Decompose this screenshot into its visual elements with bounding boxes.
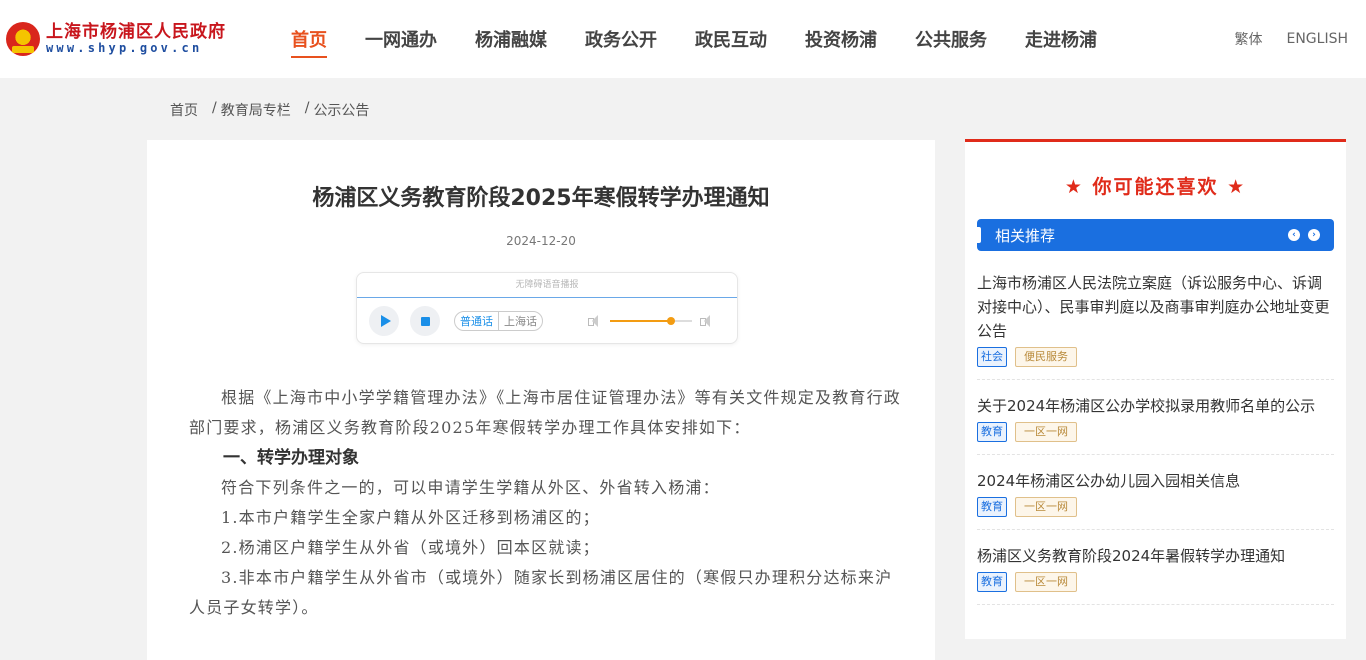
topic-tag[interactable]: 便民服务	[1015, 347, 1077, 367]
list-item: 2024年杨浦区公办幼儿园入园相关信息 教育 一区一网	[977, 469, 1334, 530]
breadcrumb-edu-column[interactable]: 教育局专栏	[221, 100, 291, 120]
breadcrumb-notices[interactable]: 公示公告	[313, 100, 369, 120]
traditional-chinese-link[interactable]: 繁体	[1234, 29, 1262, 49]
article-paragraph: 3.非本市户籍学生从外省市（或境外）随家长到杨浦区居住的（寒假只办理积分达标来沪…	[189, 568, 893, 617]
tag-group: 教育 一区一网	[977, 572, 1334, 592]
english-link[interactable]: ENGLISH	[1286, 31, 1348, 47]
player-controls: 普通话 上海话	[357, 298, 737, 344]
recommendation-link[interactable]: 关于2024年杨浦区公办学校拟录用教师名单的公示	[977, 394, 1334, 418]
recommendation-sidebar: ★ 你可能还喜欢 ★ 相关推荐 ‹ › 上海市杨浦区人民法院立案庭（诉讼服务中心…	[965, 139, 1346, 639]
category-tag[interactable]: 社会	[977, 347, 1007, 367]
breadcrumb-separator: /	[212, 100, 217, 116]
play-icon	[380, 315, 391, 327]
tab-related[interactable]: 相关推荐	[995, 225, 1055, 246]
shanghainese-option[interactable]: 上海话	[498, 312, 542, 330]
logo-chinese-name: 上海市杨浦区人民政府	[46, 21, 226, 42]
nav-item-about[interactable]: 走进杨浦	[1006, 0, 1116, 78]
nav-item-public-service[interactable]: 公共服务	[896, 0, 1006, 78]
topic-tag[interactable]: 一区一网	[1015, 422, 1077, 442]
list-item: 关于2024年杨浦区公办学校拟录用教师名单的公示 教育 一区一网	[977, 394, 1334, 455]
dialect-toggle: 普通话 上海话	[454, 311, 543, 331]
article-paragraph: 符合下列条件之一的，可以申请学生学籍从外区、外省转入杨浦：	[221, 478, 720, 497]
article-body: 根据《上海市中小学学籍管理办法》《上海市居住证管理办法》等有关文件规定及教育行政…	[189, 383, 907, 623]
related-tab-bar: 相关推荐 ‹ ›	[977, 219, 1334, 251]
volume-high-icon	[700, 315, 712, 327]
category-tag[interactable]: 教育	[977, 572, 1007, 592]
recommendation-link[interactable]: 杨浦区义务教育阶段2024年暑假转学办理通知	[977, 544, 1334, 568]
category-tag[interactable]: 教育	[977, 422, 1007, 442]
tag-group: 教育 一区一网	[977, 497, 1334, 517]
site-header: 上海市杨浦区人民政府 www.shyp.gov.cn 首页 一网通办 杨浦融媒 …	[0, 0, 1366, 78]
audio-player: 无障碍语音播报 普通话 上海话	[356, 272, 738, 344]
player-label: 无障碍语音播报	[357, 273, 737, 298]
topic-tag[interactable]: 一区一网	[1015, 572, 1077, 592]
stop-button[interactable]	[410, 306, 440, 336]
nav-item-interaction[interactable]: 政民互动	[676, 0, 786, 78]
recommendation-link[interactable]: 上海市杨浦区人民法院立案庭（诉讼服务中心、诉调对接中心）、民事审判庭以及商事审判…	[977, 271, 1334, 343]
volume-slider-handle[interactable]	[666, 317, 675, 325]
list-item: 上海市杨浦区人民法院立案庭（诉讼服务中心、诉调对接中心）、民事审判庭以及商事审判…	[977, 271, 1334, 380]
next-arrow-icon[interactable]: ›	[1308, 229, 1320, 241]
article-paragraph: 2.杨浦区户籍学生从外省（或境外）回本区就读；	[221, 538, 600, 557]
recommendation-list: 上海市杨浦区人民法院立案庭（诉讼服务中心、诉调对接中心）、民事审判庭以及商事审判…	[977, 271, 1334, 605]
language-switch: 繁体 ENGLISH	[1210, 0, 1348, 78]
logo-text: 上海市杨浦区人民政府 www.shyp.gov.cn	[46, 21, 226, 55]
nav-item-one-net[interactable]: 一网通办	[346, 0, 456, 78]
recommendation-link[interactable]: 2024年杨浦区公办幼儿园入园相关信息	[977, 469, 1334, 493]
nav-item-media[interactable]: 杨浦融媒	[456, 0, 566, 78]
nav-item-home[interactable]: 首页	[272, 0, 346, 78]
category-tag[interactable]: 教育	[977, 497, 1007, 517]
topic-tag[interactable]: 一区一网	[1015, 497, 1077, 517]
article-panel: 杨浦区义务教育阶段2025年寒假转学办理通知 2024-12-20 无障碍语音播…	[147, 140, 935, 660]
play-button[interactable]	[369, 306, 399, 336]
article-section-heading: 一、转学办理对象	[223, 448, 359, 468]
logo-domain: www.shyp.gov.cn	[46, 40, 203, 55]
tag-group: 社会 便民服务	[977, 347, 1334, 367]
list-item: 杨浦区义务教育阶段2024年暑假转学办理通知 教育 一区一网	[977, 544, 1334, 605]
main-nav: 首页 一网通办 杨浦融媒 政务公开 政民互动 投资杨浦 公共服务 走进杨浦	[272, 0, 1116, 78]
breadcrumb-home[interactable]: 首页	[170, 100, 198, 120]
sidebar-heading: ★ 你可能还喜欢 ★	[1064, 176, 1247, 198]
prev-arrow-icon[interactable]: ‹	[1288, 229, 1300, 241]
article-date: 2024-12-20	[506, 234, 576, 248]
volume-control	[588, 315, 712, 327]
volume-low-icon	[588, 315, 600, 327]
mandarin-option[interactable]: 普通话	[455, 312, 498, 330]
article-paragraph: 1.本市户籍学生全家户籍从外区迁移到杨浦区的；	[221, 508, 600, 527]
national-emblem-icon	[6, 22, 40, 56]
breadcrumb-separator: /	[304, 100, 310, 116]
volume-slider[interactable]	[610, 317, 692, 325]
site-logo[interactable]: 上海市杨浦区人民政府 www.shyp.gov.cn	[6, 22, 256, 56]
breadcrumb: 首页 / 教育局专栏 / 公示公告	[170, 100, 375, 120]
stop-icon	[420, 316, 430, 326]
tag-group: 教育 一区一网	[977, 422, 1334, 442]
nav-item-invest[interactable]: 投资杨浦	[786, 0, 896, 78]
nav-item-gov-open[interactable]: 政务公开	[566, 0, 676, 78]
article-paragraph: 根据《上海市中小学学籍管理办法》《上海市居住证管理办法》等有关文件规定及教育行政…	[189, 388, 902, 437]
article-title: 杨浦区义务教育阶段2025年寒假转学办理通知	[312, 186, 770, 211]
carousel-arrows: ‹ ›	[1280, 229, 1320, 241]
